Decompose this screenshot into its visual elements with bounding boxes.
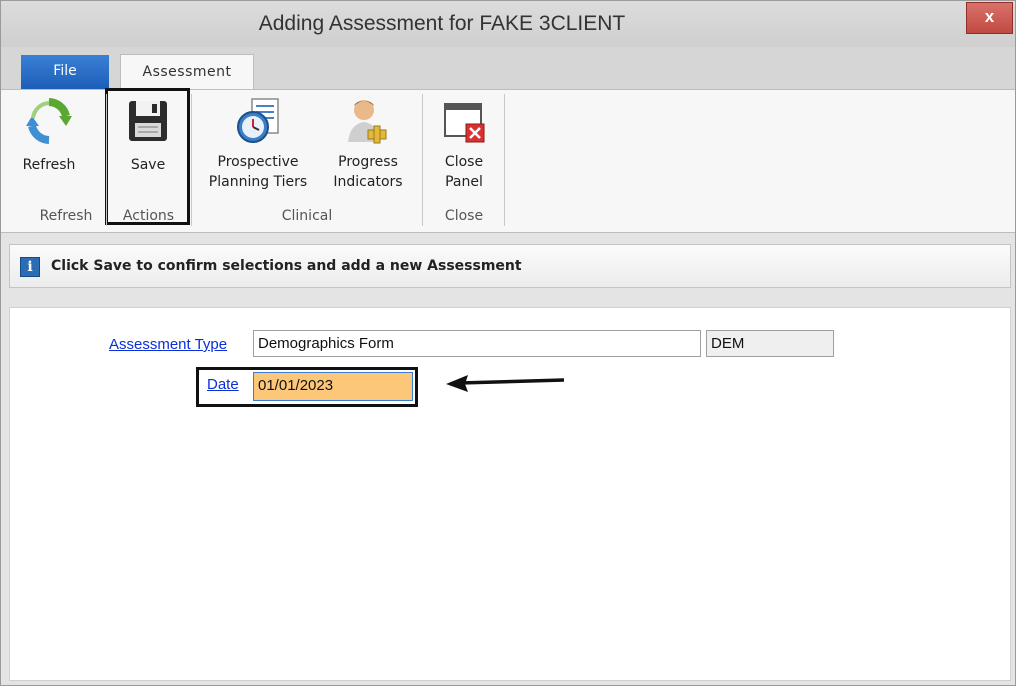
ribbon-tab-bar: File Assessment [1,47,1015,90]
progress-indicators-button[interactable]: Progress Indicators [323,96,413,192]
group-separator [191,94,192,226]
assessment-type-code-field: DEM [706,330,834,357]
assessment-type-field[interactable]: Demographics Form [253,330,701,357]
progress-label-line2: Indicators [333,174,403,190]
title-bar: Adding Assessment for FAKE 3CLIENT x [1,1,1015,47]
tab-file[interactable]: File [21,55,109,89]
prospective-label-line2: Planning Tiers [208,174,308,190]
person-key-icon [348,100,387,144]
group-label-clinical: Clinical [281,208,333,224]
prospective-planning-tiers-button[interactable]: Prospective Planning Tiers [199,96,317,192]
progress-label-line1: Progress [338,154,398,170]
save-highlight-box [105,88,190,225]
date-highlight-box [196,367,418,407]
close-panel-label-line2: Panel [445,174,483,190]
refresh-icon [26,98,72,144]
group-separator [106,94,107,226]
assessment-window: Adding Assessment for FAKE 3CLIENT x Fil… [0,0,1016,686]
group-label-actions: Actions [122,208,175,224]
close-panel-button[interactable]: Close Panel [431,96,497,192]
group-separator [504,94,505,226]
assessment-type-link[interactable]: Assessment Type [109,336,227,353]
tab-assessment[interactable]: Assessment [120,54,254,90]
window-title: Adding Assessment for FAKE 3CLIENT [258,12,626,35]
info-icon: i [20,257,40,277]
close-panel-icon [444,103,485,143]
clock-document-icon [237,98,279,143]
prospective-label-line1: Prospective [217,154,299,170]
form-panel: Assessment Type Demographics Form DEM Da… [9,307,1011,681]
group-separator [422,94,423,226]
info-message: Click Save to confirm selections and add… [51,258,522,274]
close-window-button[interactable]: x [966,2,1013,34]
ribbon: Refresh Save Prospective Planning Tiers … [1,88,1015,233]
close-panel-label-line1: Close [444,154,484,170]
info-bar: i Click Save to confirm selections and a… [9,244,1011,288]
group-label-close: Close [444,208,484,224]
refresh-button[interactable]: Refresh [7,96,91,175]
pointer-arrow-icon [446,375,565,392]
refresh-label: Refresh [22,157,76,173]
group-label-refresh: Refresh [39,208,93,224]
